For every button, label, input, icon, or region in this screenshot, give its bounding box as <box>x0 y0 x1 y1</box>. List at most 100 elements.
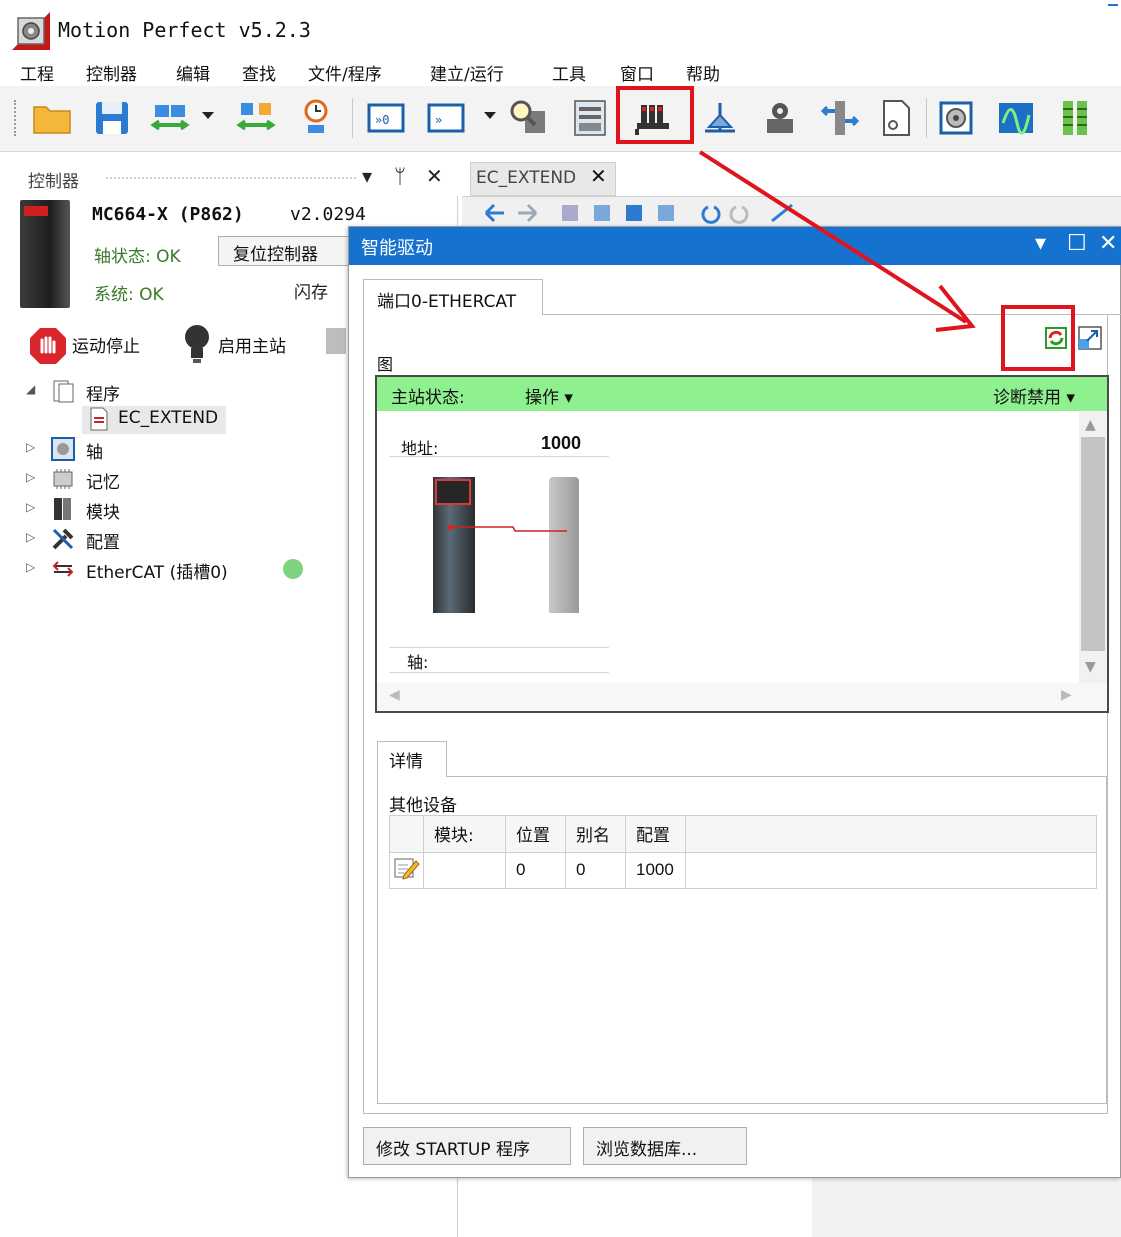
menu-tools[interactable]: 工具 <box>552 60 586 85</box>
cell-config: 1000 <box>625 851 686 889</box>
terminal-dropdown-icon[interactable] <box>484 112 496 119</box>
connect-icon[interactable] <box>146 94 194 142</box>
editor-tab-label[interactable]: EC_EXTEND <box>476 168 576 188</box>
operation-label[interactable]: 操作 <box>525 388 559 408</box>
close-icon[interactable]: ✕ <box>426 164 443 188</box>
close-icon[interactable]: ✕ <box>590 164 607 188</box>
disconnect-icon[interactable] <box>232 94 280 142</box>
row-edit-cell[interactable] <box>389 851 424 889</box>
motion-stop-icon[interactable] <box>28 326 68 366</box>
menu-controller[interactable]: 控制器 <box>86 60 137 85</box>
axis-config-icon[interactable] <box>932 94 980 142</box>
close-icon[interactable]: ✕ <box>1099 231 1117 256</box>
menu-help[interactable]: 帮助 <box>686 60 720 85</box>
port-tab-label[interactable]: 端口0-ETHERCAT <box>377 287 516 312</box>
diagram-label: 图 <box>377 355 394 374</box>
save-icon[interactable] <box>88 94 136 142</box>
network-diagram: 主站状态: 操作 ▾ 诊断禁用 ▾ 地址: 1000 轴: ▲ ▼ ◀ ▶ <box>375 375 1109 713</box>
program-folder-icon <box>53 380 74 403</box>
axis-tool-icon[interactable] <box>696 94 744 142</box>
toolbar: »0 » <box>0 86 1121 152</box>
network-icon[interactable] <box>816 94 864 142</box>
app-logo-icon <box>12 12 50 50</box>
edit-icon[interactable] <box>392 855 420 881</box>
clock-icon[interactable] <box>292 94 340 142</box>
controller-panel-header: 控制器 ▾ ᛘ ✕ <box>6 160 458 196</box>
open-folder-icon[interactable] <box>28 94 76 142</box>
editor-footer <box>812 1178 1121 1237</box>
expand-arrow-icon[interactable]: ▷ <box>26 440 35 454</box>
diagnostics-label[interactable]: 诊断禁用 <box>993 388 1061 408</box>
browse-database-button[interactable]: 浏览数据库... <box>583 1127 747 1165</box>
scroll-left-icon[interactable]: ◀ <box>389 687 400 703</box>
terminal2-icon[interactable]: » <box>422 94 470 142</box>
chevron-down-icon[interactable]: ▾ <box>564 388 573 408</box>
maximize-icon[interactable]: ☐ <box>1067 231 1087 256</box>
menu-project[interactable]: 工程 <box>20 60 54 85</box>
column-header[interactable]: 模块: <box>423 815 506 853</box>
expand-arrow-icon[interactable]: ▷ <box>26 470 35 484</box>
chevron-down-icon[interactable]: ▾ <box>1066 388 1075 408</box>
cell-alias: 0 <box>565 851 626 889</box>
tools-icon <box>52 528 74 550</box>
details-tab-label[interactable]: 详情 <box>389 747 423 772</box>
address-label: 地址: <box>401 439 439 458</box>
panel-menu-icon[interactable]: ▾ <box>362 164 372 188</box>
expand-arrow-icon[interactable]: ▷ <box>26 500 35 514</box>
scope-icon[interactable] <box>992 94 1040 142</box>
menu-edit[interactable]: 编辑 <box>176 60 210 85</box>
pin-icon[interactable]: ᛘ <box>394 164 406 188</box>
menu-build-run[interactable]: 建立/运行 <box>430 60 504 85</box>
menu-file-program[interactable]: 文件/程序 <box>308 60 382 85</box>
controller-name: MC664-X (P862) <box>92 204 244 225</box>
cell-module <box>423 851 506 889</box>
table-row[interactable]: 0 0 1000 <box>389 851 1097 889</box>
header-grip <box>106 177 356 181</box>
tree-label-ec-extend: EC_EXTEND <box>118 408 219 428</box>
editor-toolbar <box>462 196 1121 226</box>
axis-status: 轴状态: OK <box>94 247 181 267</box>
connect-dropdown-icon[interactable] <box>202 112 214 119</box>
horizontal-scrollbar[interactable] <box>377 683 1107 711</box>
expand-arrow-icon[interactable]: ▷ <box>26 530 35 544</box>
module-icon <box>54 498 71 520</box>
scroll-right-icon[interactable]: ▶ <box>1061 687 1072 703</box>
light-bulb-icon[interactable] <box>182 322 212 366</box>
reset-controller-button[interactable]: 复位控制器 <box>218 236 354 266</box>
tree-label-axis: 轴 <box>86 443 103 463</box>
refresh-highlight-box <box>1001 305 1075 371</box>
column-header[interactable]: 位置 <box>505 815 566 853</box>
menu-window[interactable]: 窗口 <box>620 60 654 85</box>
end-module-image[interactable] <box>549 477 579 613</box>
motion-stop-label[interactable]: 运动停止 <box>72 332 140 357</box>
drive-port-highlight <box>435 479 471 505</box>
toolbar-separator <box>352 98 353 138</box>
dialog-title: 智能驱动 <box>361 238 433 259</box>
diagnostics-dropdown[interactable]: 诊断禁用 ▾ <box>993 383 1075 408</box>
terminal-icon[interactable]: »0 <box>362 94 410 142</box>
tree-label-config: 配置 <box>86 533 120 553</box>
io-icon[interactable] <box>1052 94 1100 142</box>
memory-icon[interactable] <box>566 94 614 142</box>
dialog-menu-icon[interactable]: ▾ <box>1035 231 1046 256</box>
vertical-scrollbar-thumb[interactable] <box>1081 437 1105 651</box>
svg-text:»: » <box>435 113 442 127</box>
scroll-down-icon[interactable]: ▼ <box>1085 659 1096 675</box>
operation-dropdown[interactable]: 操作 ▾ <box>525 383 573 408</box>
expand-view-icon[interactable] <box>1077 325 1103 351</box>
column-filler <box>685 815 1097 853</box>
search-tool-icon[interactable] <box>504 94 552 142</box>
collapse-arrow-icon[interactable]: ◢ <box>26 382 35 396</box>
modify-startup-button[interactable]: 修改 STARTUP 程序 <box>363 1127 571 1165</box>
other-devices-label: 其他设备 <box>389 796 457 816</box>
controller-version: v2.0294 <box>290 204 366 225</box>
toolbar-grip[interactable] <box>14 100 18 136</box>
column-header[interactable]: 别名 <box>565 815 626 853</box>
scroll-up-icon[interactable]: ▲ <box>1085 417 1096 433</box>
expand-arrow-icon[interactable]: ▷ <box>26 560 35 574</box>
enable-master-label[interactable]: 启用主站 <box>218 332 286 357</box>
robot-icon[interactable] <box>756 94 804 142</box>
document-icon[interactable] <box>872 94 920 142</box>
column-header[interactable]: 配置 <box>625 815 686 853</box>
menu-find[interactable]: 查找 <box>242 60 276 85</box>
